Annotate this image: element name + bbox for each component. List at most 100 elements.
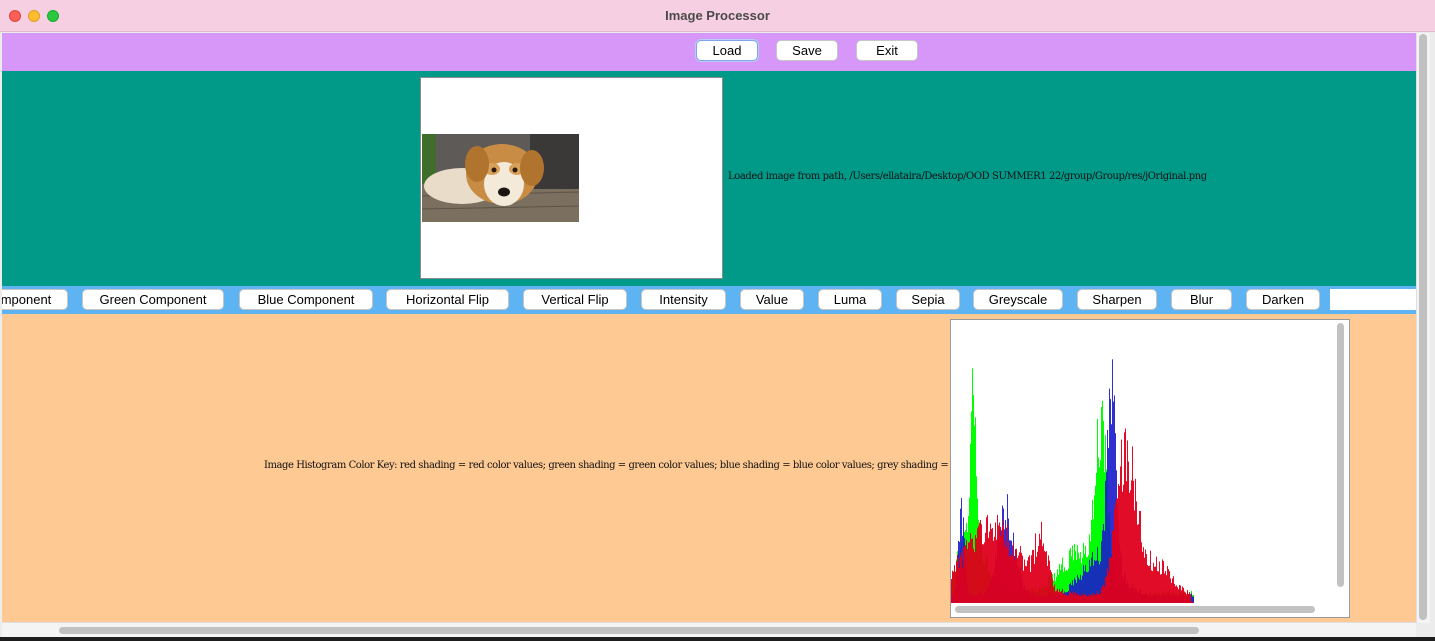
histogram-bar bbox=[1006, 547, 1007, 603]
histogram-bar bbox=[985, 532, 986, 603]
luma-button[interactable]: Luma bbox=[818, 289, 882, 310]
histogram-bar bbox=[1078, 594, 1079, 603]
histogram-bar bbox=[1026, 566, 1027, 603]
red-component-button[interactable]: mponent bbox=[2, 289, 68, 310]
histogram-bar bbox=[1014, 559, 1015, 603]
histogram-bar bbox=[1107, 568, 1108, 603]
horizontal-flip-button[interactable]: Horizontal Flip bbox=[386, 289, 509, 310]
histogram-bar bbox=[1121, 439, 1122, 603]
histogram-bar bbox=[1151, 570, 1152, 603]
histogram-bar bbox=[1066, 595, 1067, 603]
histogram-bar bbox=[1168, 569, 1169, 603]
intensity-button[interactable]: Intensity bbox=[641, 289, 726, 310]
histogram-bar bbox=[1027, 560, 1028, 603]
histogram-bar bbox=[1035, 533, 1036, 603]
histogram-bar bbox=[1007, 524, 1008, 603]
histogram-bar bbox=[1128, 461, 1129, 603]
vertical-flip-button[interactable]: Vertical Flip bbox=[523, 289, 627, 310]
histogram-bar bbox=[1127, 440, 1128, 603]
histogram-bar bbox=[1068, 595, 1069, 603]
histogram-bar bbox=[1137, 524, 1138, 603]
histogram-bar bbox=[1053, 586, 1054, 603]
exit-button[interactable]: Exit bbox=[856, 40, 918, 61]
window-horizontal-scrollbar[interactable] bbox=[59, 627, 1199, 634]
histogram-horizontal-scrollbar[interactable] bbox=[955, 606, 1315, 613]
image-panel: Loaded image from path, /Users/ellataira… bbox=[2, 71, 1416, 286]
histogram-bar bbox=[1013, 542, 1014, 603]
histogram-bar bbox=[1158, 571, 1159, 603]
histogram-bar bbox=[1159, 561, 1160, 603]
histogram-bar bbox=[974, 551, 975, 603]
histogram-bar bbox=[1130, 490, 1131, 603]
histogram-bar bbox=[1040, 539, 1041, 603]
histogram-scroll-pane[interactable] bbox=[950, 319, 1350, 618]
histogram-bar bbox=[1063, 594, 1064, 603]
histogram-bar bbox=[1175, 586, 1176, 603]
histogram-bar bbox=[1169, 571, 1170, 603]
histogram-bar bbox=[1058, 592, 1059, 603]
sharpen-button[interactable]: Sharpen bbox=[1077, 289, 1157, 310]
histogram-bar bbox=[1167, 566, 1168, 603]
histogram-panel: Image Histogram Color Key: red shading =… bbox=[2, 314, 1416, 622]
histogram-vertical-scrollbar[interactable] bbox=[1337, 323, 1344, 587]
histogram-bar bbox=[1097, 591, 1098, 603]
sepia-button[interactable]: Sepia bbox=[896, 289, 960, 310]
load-button[interactable]: Load bbox=[696, 40, 758, 61]
save-button[interactable]: Save bbox=[776, 40, 838, 61]
histogram-bar bbox=[1015, 549, 1016, 603]
histogram-bar bbox=[1044, 550, 1045, 603]
histogram-bar bbox=[1155, 566, 1156, 603]
histogram-bar bbox=[1073, 594, 1074, 603]
blue-component-button[interactable]: Blue Component bbox=[239, 289, 373, 310]
histogram-bar bbox=[1110, 556, 1111, 603]
green-component-button[interactable]: Green Component bbox=[82, 289, 224, 310]
blur-button[interactable]: Blur bbox=[1171, 289, 1232, 310]
value-button[interactable]: Value bbox=[740, 289, 804, 310]
histogram-bar bbox=[1113, 530, 1114, 603]
histogram-bar bbox=[1033, 550, 1034, 603]
operations-bar[interactable]: mponent Green Component Blue Component H… bbox=[2, 286, 1416, 314]
histogram-bar bbox=[1129, 492, 1130, 603]
histogram-bar bbox=[1043, 543, 1044, 603]
histogram-bar bbox=[1023, 570, 1024, 603]
histogram-bar bbox=[1190, 594, 1191, 603]
greyscale-button[interactable]: Greyscale bbox=[973, 289, 1063, 310]
title-bar[interactable]: Image Processor bbox=[0, 0, 1435, 32]
histogram-bar bbox=[1082, 595, 1083, 603]
histogram-bar bbox=[998, 525, 999, 603]
histogram-bar bbox=[1180, 585, 1181, 603]
histogram-bar bbox=[1024, 559, 1025, 603]
histogram-bar bbox=[1172, 578, 1173, 603]
histogram-bar bbox=[955, 571, 956, 603]
histogram-bar bbox=[970, 532, 971, 603]
darken-button[interactable]: Darken bbox=[1246, 289, 1320, 310]
histogram-bar bbox=[989, 531, 990, 603]
histogram-bar bbox=[1057, 588, 1058, 603]
histogram-bar bbox=[960, 556, 961, 603]
histogram-bar bbox=[1138, 524, 1139, 603]
desktop-edge bbox=[0, 637, 1435, 641]
histogram-bar bbox=[1103, 584, 1104, 603]
histogram-bar bbox=[1192, 596, 1193, 603]
histogram-bar bbox=[1104, 587, 1105, 603]
histogram-bar bbox=[1136, 501, 1137, 603]
histogram-bar bbox=[1102, 585, 1103, 603]
histogram-bar bbox=[976, 538, 977, 603]
histogram-bar bbox=[1185, 592, 1186, 603]
histogram-bar bbox=[1059, 589, 1060, 603]
histogram-bar bbox=[961, 552, 962, 603]
histogram-bar bbox=[1153, 562, 1154, 603]
histogram-bar bbox=[1177, 587, 1178, 603]
window-title: Image Processor bbox=[665, 8, 770, 23]
histogram-bar bbox=[1189, 592, 1190, 603]
histogram-bar bbox=[1036, 556, 1037, 603]
histogram-chart bbox=[951, 359, 1194, 603]
histogram-bar bbox=[1123, 484, 1124, 603]
histogram-bar bbox=[967, 549, 968, 603]
histogram-bar bbox=[1119, 485, 1120, 603]
histogram-bar bbox=[1021, 552, 1022, 603]
histogram-bar bbox=[956, 561, 957, 603]
window-vertical-scrollbar[interactable] bbox=[1419, 34, 1427, 620]
histogram-bar bbox=[1046, 551, 1047, 603]
histogram-bar bbox=[1148, 566, 1149, 603]
